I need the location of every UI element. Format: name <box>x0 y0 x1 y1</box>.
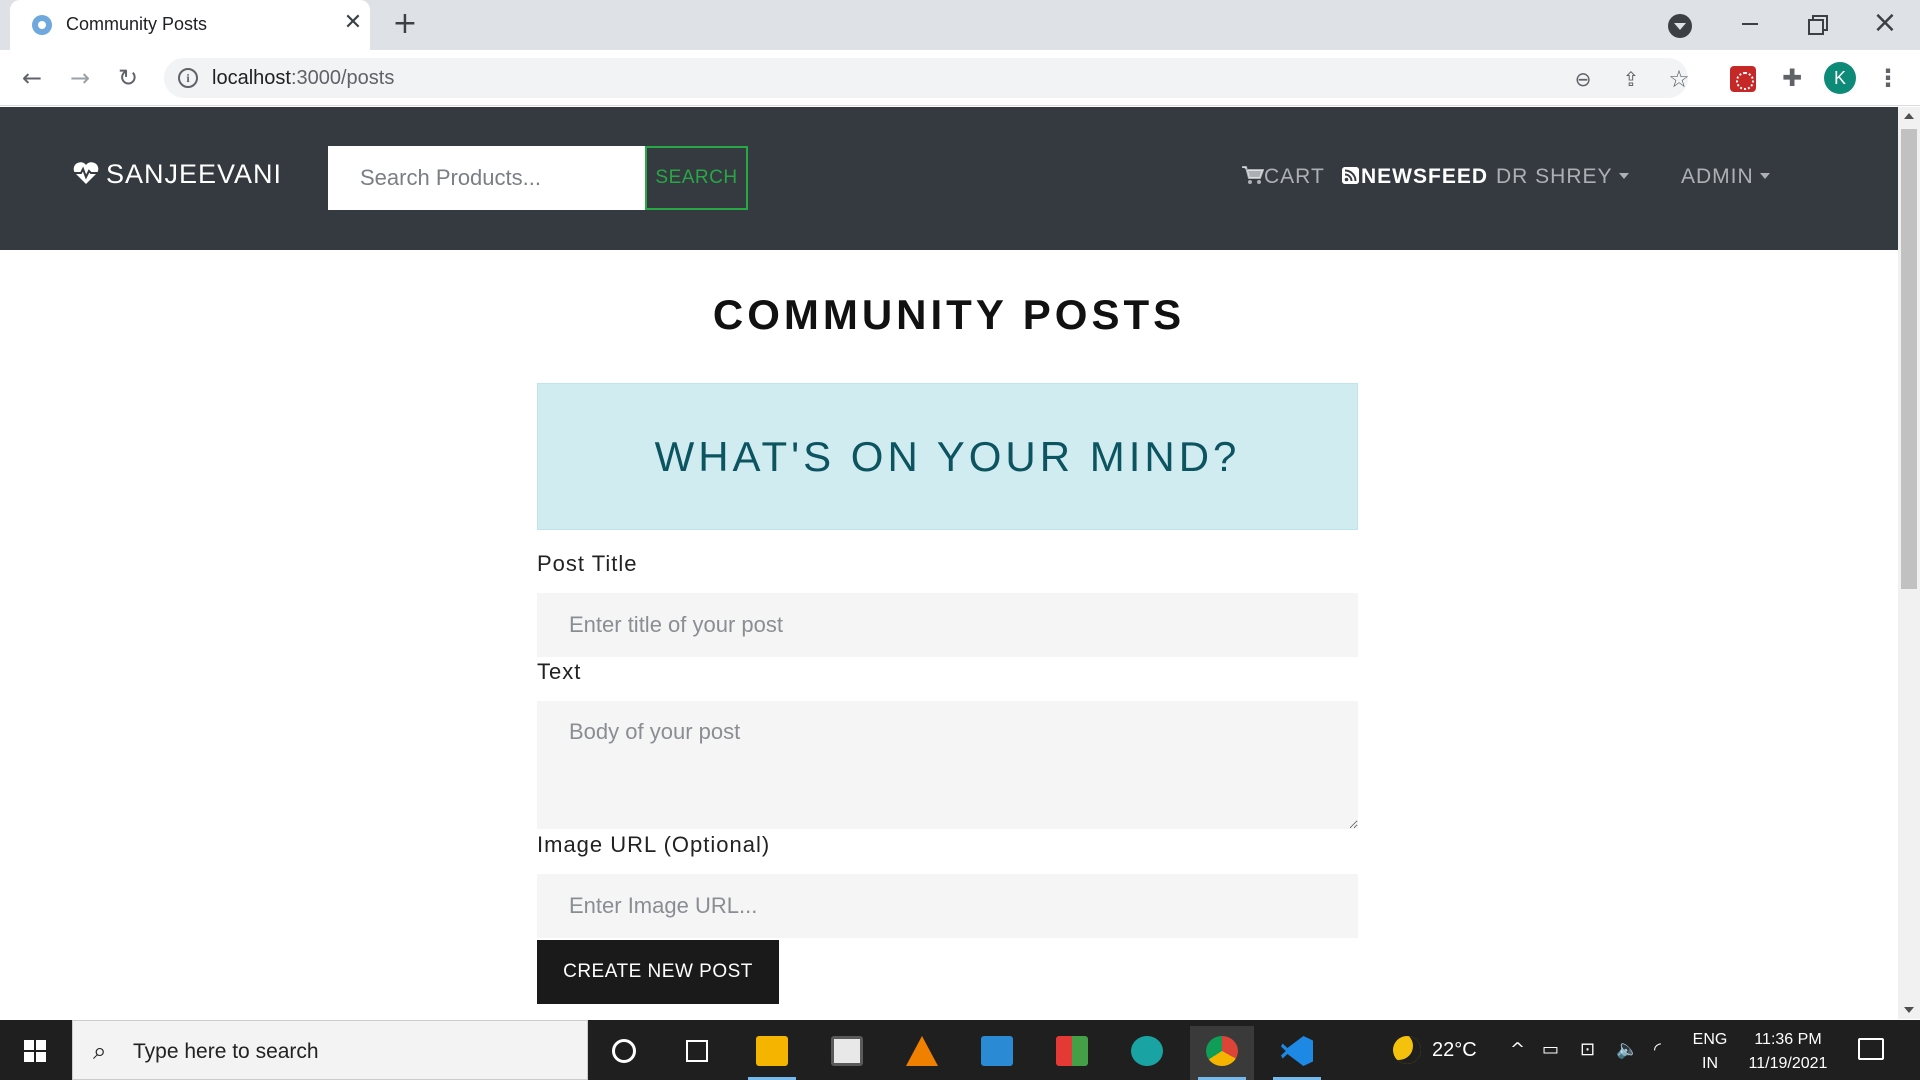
file-explorer-icon[interactable] <box>740 1026 804 1080</box>
close-window-button[interactable]: × <box>1870 8 1900 38</box>
web-page: SANJEEVANI SEARCH CART NEWSFEED DR SHREY… <box>0 107 1898 1019</box>
extension-icon[interactable] <box>1730 66 1756 92</box>
reload-icon[interactable]: ↻ <box>112 62 144 94</box>
whats-on-your-mind-banner: WHAT'S ON YOUR MIND? <box>537 383 1358 530</box>
nav-cart-link[interactable]: CART <box>1242 165 1325 189</box>
site-info-icon[interactable]: i <box>178 68 198 88</box>
microsoft-store-icon[interactable] <box>815 1026 879 1080</box>
system-clock[interactable]: 11:36 PM 11/19/2021 <box>1740 1028 1836 1076</box>
heartbeat-icon <box>73 162 99 184</box>
edge-icon[interactable] <box>1115 1026 1179 1080</box>
post-text-label: Text <box>537 659 582 684</box>
region-code: IN <box>1702 1055 1718 1072</box>
cortana-icon[interactable] <box>602 1030 644 1070</box>
weather-temperature[interactable]: 22°C <box>1432 1039 1477 1062</box>
brand-name: SANJEEVANI <box>106 159 283 189</box>
url-path: :3000/posts <box>290 67 395 89</box>
windows-taskbar: ⌕ Type here to search 22°C ^ ▭ ⊡ 🔈 ◜ ENG… <box>0 1020 1920 1080</box>
clock-date: 11/19/2021 <box>1748 1055 1828 1072</box>
chrome-icon[interactable] <box>1190 1026 1254 1080</box>
tab-close-icon[interactable]: ✕ <box>340 10 366 36</box>
site-favicon-icon <box>32 15 52 35</box>
taskbar-search-placeholder: Type here to search <box>133 1040 319 1063</box>
browser-tab-strip: Community Posts ✕ + × <box>0 0 1920 50</box>
nav-newsfeed-label: NEWSFEED <box>1361 165 1489 188</box>
language-indicator[interactable]: ENG IN <box>1692 1028 1728 1076</box>
bookmark-star-icon[interactable]: ☆ <box>1666 66 1692 92</box>
tab-search-icon[interactable] <box>1668 14 1692 38</box>
task-view-icon[interactable] <box>676 1030 718 1070</box>
office-icon[interactable] <box>1040 1026 1104 1080</box>
start-button[interactable] <box>0 1020 70 1080</box>
zoom-icon[interactable]: ⊖ <box>1570 66 1596 92</box>
post-title-input[interactable] <box>537 593 1358 657</box>
restore-window-button[interactable] <box>1806 12 1830 36</box>
tab-title: Community Posts <box>66 14 208 34</box>
caret-down-icon <box>1618 173 1629 179</box>
vscode-icon[interactable] <box>1265 1026 1329 1080</box>
back-arrow-icon[interactable]: ← <box>16 62 48 94</box>
nav-admin-label: ADMIN <box>1681 165 1754 188</box>
battery-icon[interactable]: ▭ <box>1542 1038 1559 1062</box>
address-bar[interactable]: i localhost:3000/posts ⊖ ⇪ ☆ <box>164 58 1690 98</box>
nav-cart-label: CART <box>1264 165 1325 188</box>
search-button[interactable]: SEARCH <box>645 146 748 210</box>
wifi-icon[interactable]: ◜ <box>1654 1038 1661 1062</box>
vlc-icon[interactable] <box>890 1026 954 1080</box>
image-url-input[interactable] <box>537 874 1358 938</box>
url-text[interactable]: localhost:3000/posts <box>212 67 394 90</box>
clock-time: 11:36 PM <box>1754 1031 1822 1048</box>
browser-menu-icon[interactable]: ⋮ <box>1876 62 1900 94</box>
windows-logo-icon <box>24 1040 46 1062</box>
tray-overflow-chevron-icon[interactable]: ^ <box>1510 1038 1525 1062</box>
search-icon: ⌕ <box>93 1037 107 1065</box>
rss-icon <box>1342 167 1359 184</box>
nav-admin-dropdown[interactable]: ADMIN <box>1681 165 1770 189</box>
brand-link[interactable]: SANJEEVANI <box>72 159 282 190</box>
scroll-thumb[interactable] <box>1901 129 1917 589</box>
extensions-puzzle-icon[interactable]: ✚ <box>1778 64 1806 92</box>
post-title-label: Post Title <box>537 551 638 576</box>
caret-down-icon <box>1759 173 1770 179</box>
network-status-icon[interactable]: ⊡ <box>1580 1038 1595 1062</box>
browser-tab[interactable]: Community Posts ✕ <box>10 0 370 50</box>
forward-arrow-icon[interactable]: → <box>64 62 96 94</box>
create-new-post-button[interactable]: CREATE NEW POST <box>537 940 779 1004</box>
new-tab-button[interactable]: + <box>390 9 420 40</box>
mail-icon[interactable] <box>965 1026 1029 1080</box>
minimize-window-button[interactable] <box>1738 12 1762 36</box>
notification-center-icon[interactable] <box>1858 1038 1884 1060</box>
volume-icon[interactable]: 🔈 <box>1616 1038 1638 1062</box>
weather-moon-icon[interactable] <box>1393 1036 1421 1064</box>
scroll-down-arrow-icon[interactable] <box>1904 1007 1914 1013</box>
share-icon[interactable]: ⇪ <box>1618 66 1644 92</box>
post-body-textarea[interactable] <box>537 701 1358 829</box>
shopping-cart-icon <box>1242 166 1265 184</box>
image-url-label: Image URL (Optional) <box>537 832 771 857</box>
url-host: localhost <box>212 67 291 89</box>
browser-toolbar: ← → ↻ i localhost:3000/posts ⊖ ⇪ ☆ ✚ K ⋮ <box>0 50 1920 106</box>
nav-user-label: DR SHREY <box>1496 165 1613 188</box>
page-title: COMMUNITY POSTS <box>712 291 1186 338</box>
nav-newsfeed-link[interactable]: NEWSFEED <box>1342 165 1488 189</box>
nav-user-dropdown[interactable]: DR SHREY <box>1496 165 1629 189</box>
site-navbar: SANJEEVANI SEARCH CART NEWSFEED DR SHREY… <box>0 107 1898 250</box>
profile-avatar[interactable]: K <box>1824 62 1856 94</box>
taskbar-search-box[interactable]: ⌕ Type here to search <box>72 1020 588 1080</box>
page-scrollbar[interactable] <box>1898 107 1920 1019</box>
product-search-input[interactable] <box>328 146 646 210</box>
scroll-up-arrow-icon[interactable] <box>1904 113 1914 119</box>
language-code: ENG <box>1692 1031 1728 1048</box>
